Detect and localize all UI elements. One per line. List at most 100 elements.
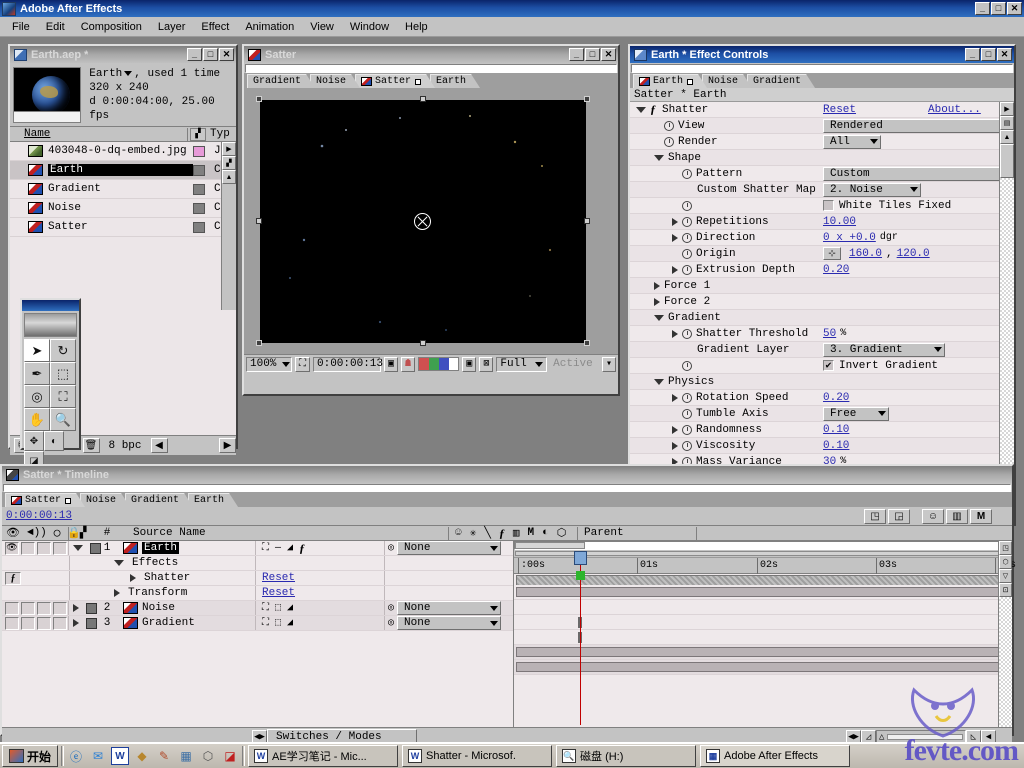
zoom-level-selector[interactable]: 100% xyxy=(246,356,292,372)
effect-param-row[interactable]: ƒ Shatter Reset About... xyxy=(630,102,1014,118)
effect-reset-link[interactable]: Reset xyxy=(823,104,856,116)
layer-disclosure-icon[interactable] xyxy=(73,545,83,551)
stopwatch-icon[interactable] xyxy=(682,200,692,211)
effect-param-checkbox[interactable] xyxy=(823,200,834,211)
effect-param-value[interactable]: 0.20 xyxy=(823,392,849,404)
effect-about-link[interactable]: About... xyxy=(928,104,981,116)
effect-param-dropdown[interactable]: 3. Gradient xyxy=(823,342,945,357)
effect-param-row[interactable]: Viscosity 0.10 xyxy=(630,438,1014,454)
taskbar-window-1[interactable]: W Shatter - Microsof. xyxy=(402,745,553,767)
lock-toggle[interactable] xyxy=(53,541,67,555)
title-safe-icon[interactable]: ▣ xyxy=(462,356,477,372)
project-menu-icon[interactable]: ▶ xyxy=(222,142,236,156)
timeline-track-row[interactable] xyxy=(514,585,1012,600)
scroll-right-button[interactable]: ▶ xyxy=(219,438,237,453)
column-header-parent[interactable]: Parent xyxy=(578,526,696,540)
effect-controls-top-scroll[interactable] xyxy=(631,64,1013,73)
scroll-up-button[interactable]: ▲ xyxy=(1000,130,1014,144)
layer-duration-bar[interactable] xyxy=(516,662,1010,672)
property-disclosure-icon[interactable] xyxy=(114,560,124,566)
effect-param-value[interactable]: 10.00 xyxy=(823,216,856,228)
collapse-icon[interactable]: ✳ xyxy=(470,526,477,540)
effect-param-value[interactable]: 50 xyxy=(823,328,836,340)
effect-param-row[interactable]: Custom Shatter Map 2. Noise xyxy=(630,182,1014,198)
timeline-track-row[interactable] xyxy=(514,615,1012,630)
stopwatch-icon[interactable] xyxy=(664,120,674,131)
audio-icon[interactable]: ◄)) xyxy=(27,527,47,539)
menu-item-file[interactable]: File xyxy=(4,19,38,35)
disclosure-open-icon[interactable] xyxy=(654,378,664,385)
scroll-left-button[interactable]: ◀ xyxy=(150,438,168,453)
shy-switch[interactable]: ⛶ xyxy=(262,617,269,629)
timeline-row[interactable]: Transform Reset xyxy=(2,586,513,601)
track-xy-camera-tool[interactable]: ◐ xyxy=(44,431,64,451)
effect-param-value[interactable]: 0 x +0.0 xyxy=(823,232,876,244)
solo-toggle[interactable] xyxy=(37,541,51,555)
timeline-tab-noise[interactable]: Noise xyxy=(80,493,130,507)
orbit-camera-tool[interactable]: ✥ xyxy=(24,431,44,451)
effect-param-value[interactable]: 0.10 xyxy=(823,440,849,452)
video-visibility-toggle[interactable] xyxy=(5,616,19,630)
timeline-row[interactable]: ƒ Shatter Reset xyxy=(2,571,513,586)
quality-icon[interactable]: ╲ xyxy=(484,526,491,540)
taskbar-window-3[interactable]: ▦ Adobe After Effects xyxy=(700,745,851,767)
column-header-name[interactable]: Name xyxy=(24,128,50,140)
effect-param-row[interactable]: View Rendered xyxy=(630,118,1014,134)
word-icon[interactable]: W xyxy=(111,747,130,765)
zoom-tool[interactable]: 🔍 xyxy=(50,408,76,431)
composition-top-scroll[interactable] xyxy=(245,64,617,73)
disclosure-open-icon[interactable] xyxy=(654,154,664,161)
effect-param-checkbox[interactable]: ✔ xyxy=(823,360,834,372)
pan-behind-tool[interactable]: ⛶ xyxy=(50,385,76,408)
label-color-swatch[interactable] xyxy=(193,183,205,195)
stopwatch-icon[interactable] xyxy=(682,168,692,179)
point-picker-icon[interactable]: ⊹ xyxy=(823,247,841,260)
effect-param-row[interactable]: White Tiles Fixed xyxy=(630,198,1014,214)
project-close-button[interactable]: ✕ xyxy=(219,48,234,61)
point-x-value[interactable]: 160.0 xyxy=(849,248,882,260)
selection-handle-tl[interactable] xyxy=(256,96,262,102)
disclosure-closed-icon[interactable] xyxy=(672,393,678,402)
property-reset-link[interactable]: Reset xyxy=(262,587,295,599)
effect-param-row[interactable]: Tumble Axis Free xyxy=(630,406,1014,422)
effect-param-row[interactable]: Force 2 xyxy=(630,294,1014,310)
menu-item-layer[interactable]: Layer xyxy=(150,19,194,35)
shy-switch[interactable]: ⛶ xyxy=(262,602,269,614)
menu-item-effect[interactable]: Effect xyxy=(193,19,237,35)
menu-item-view[interactable]: View xyxy=(302,19,342,35)
property-reset-link[interactable]: Reset xyxy=(262,572,295,584)
effect-controls-tabstrip[interactable]: Earth Noise Gradient xyxy=(630,73,1014,88)
work-area-range[interactable] xyxy=(514,574,1012,586)
composition-tabstrip[interactable]: Gradient Noise Satter Earth xyxy=(244,73,618,88)
effects-switch[interactable]: ƒ xyxy=(299,541,305,556)
timeline-scroll-track[interactable] xyxy=(999,597,1012,727)
app-maximize-button[interactable]: □ xyxy=(991,2,1006,15)
stopwatch-icon[interactable] xyxy=(682,216,692,227)
playhead-marker[interactable] xyxy=(574,551,587,565)
effect-param-dropdown[interactable]: Free xyxy=(823,406,889,421)
scroll-thumb[interactable] xyxy=(1000,144,1014,178)
draft-3d-icon[interactable]: ◲ xyxy=(888,508,910,524)
scroll-track[interactable] xyxy=(1000,144,1014,501)
layer-color-square[interactable] xyxy=(86,617,97,629)
effect-param-row[interactable]: Origin ⊹ 160.0, 120.0 xyxy=(630,246,1014,262)
delete-item-button[interactable]: 🗑 xyxy=(82,438,100,453)
project-item-row[interactable]: Gradient C xyxy=(10,180,236,199)
timeline-track-row[interactable] xyxy=(514,645,1012,660)
menu-item-edit[interactable]: Edit xyxy=(38,19,73,35)
tab-close-square-icon[interactable] xyxy=(65,498,71,504)
project-item-row[interactable]: Noise C xyxy=(10,199,236,218)
project-item-row[interactable]: Earth C xyxy=(10,161,236,180)
start-button[interactable]: 开始 xyxy=(2,745,59,767)
effect-param-dropdown[interactable]: Custom xyxy=(823,166,1014,181)
stopwatch-icon[interactable] xyxy=(682,232,692,243)
timeline-tab-earth[interactable]: Earth xyxy=(188,493,238,507)
property-disclosure-icon[interactable] xyxy=(114,589,120,597)
timeline-vertical-scrollbar[interactable]: ◳ ⬡ ▽ ⊡ xyxy=(998,541,1012,727)
stopwatch-icon[interactable] xyxy=(682,248,692,259)
region-of-interest-icon[interactable]: ⛶ xyxy=(295,356,310,372)
solo-toggle[interactable] xyxy=(37,601,51,615)
comp-tab-gradient[interactable]: Gradient xyxy=(247,74,315,88)
adjustment-icon[interactable]: ◐ xyxy=(542,527,549,539)
effect-parameter-list[interactable]: ƒ Shatter Reset About... View Rendered Render A… xyxy=(630,102,1014,515)
